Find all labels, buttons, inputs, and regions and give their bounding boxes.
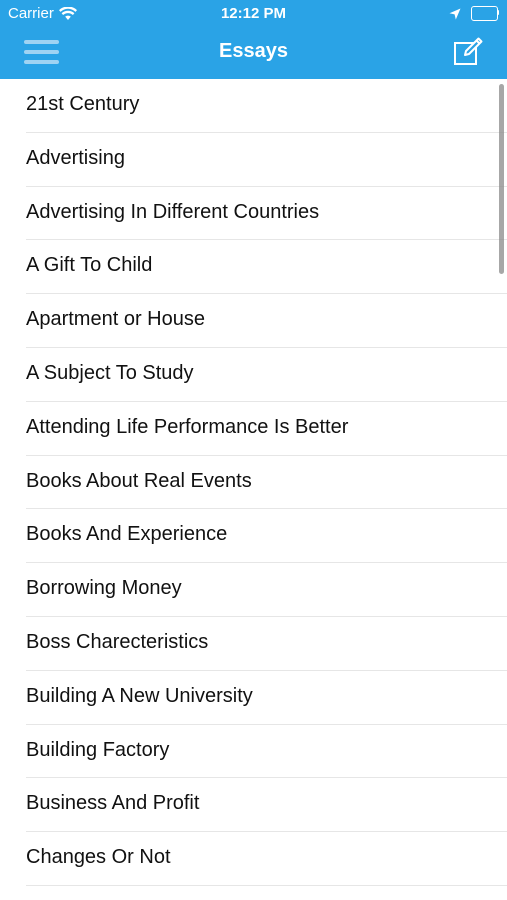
list-item[interactable]: Advertising [26, 133, 507, 187]
list-item[interactable]: Attending Life Performance Is Better [26, 402, 507, 456]
status-bar: Carrier 12:12 PM [0, 0, 507, 28]
list-item-label: Boss Charecteristics [26, 630, 209, 653]
list-item-label: 21st Century [26, 93, 140, 115]
list-item[interactable]: 21st Century [26, 79, 507, 133]
battery-icon [471, 6, 499, 21]
list-item[interactable]: Building Factory [26, 725, 507, 779]
list-item[interactable]: Advertising In Different Countries [26, 187, 507, 241]
list-item-label: A Gift To Child [26, 254, 153, 277]
navigation-bar: Essays [0, 28, 507, 79]
essay-list[interactable]: 21st Century Advertising Advertising In … [0, 79, 507, 900]
list-item-label: Building A New University [26, 684, 253, 707]
list-item-label: A Subject To Study [26, 361, 194, 384]
list-item[interactable]: Boss Charecteristics [26, 617, 507, 671]
list-item[interactable]: Books And Experience [26, 509, 507, 564]
page-title: Essays [219, 40, 288, 62]
list-item[interactable]: A Subject To Study [26, 348, 507, 402]
list-item[interactable]: Apartment or House [26, 294, 507, 348]
list-item[interactable]: Building A New University [26, 671, 507, 725]
list-item-label: Changes Or Not [26, 846, 171, 869]
list-item-label: Advertising [26, 146, 125, 169]
list-item-label: Books And Experience [26, 523, 228, 546]
location-arrow-icon [449, 7, 461, 19]
status-time: 12:12 PM [220, 5, 287, 22]
list-item-label: Apartment or House [26, 308, 205, 331]
app-header: Carrier 12:12 PM Essays [0, 0, 507, 79]
list-item-label: Attending Life Performance Is Better [26, 415, 349, 438]
list-item[interactable]: Business And Profit [26, 778, 507, 833]
list-item[interactable]: Books About Real Events [26, 456, 507, 510]
list-item-label: Business And Profit [26, 792, 200, 815]
list-item[interactable]: Changes Or Not [26, 832, 507, 886]
list-item-label: Books About Real Events [26, 469, 252, 492]
list-item-label: Borrowing Money [26, 577, 182, 600]
list-item-label: Advertising In Different Countries [26, 200, 320, 223]
list-item[interactable]: A Gift To Child [26, 240, 507, 295]
list-item[interactable]: Borrowing Money [26, 563, 507, 617]
scrollbar[interactable] [499, 84, 504, 274]
status-right-group [449, 6, 499, 21]
compose-icon[interactable] [453, 37, 483, 67]
list-item-label: Building Factory [26, 738, 170, 761]
